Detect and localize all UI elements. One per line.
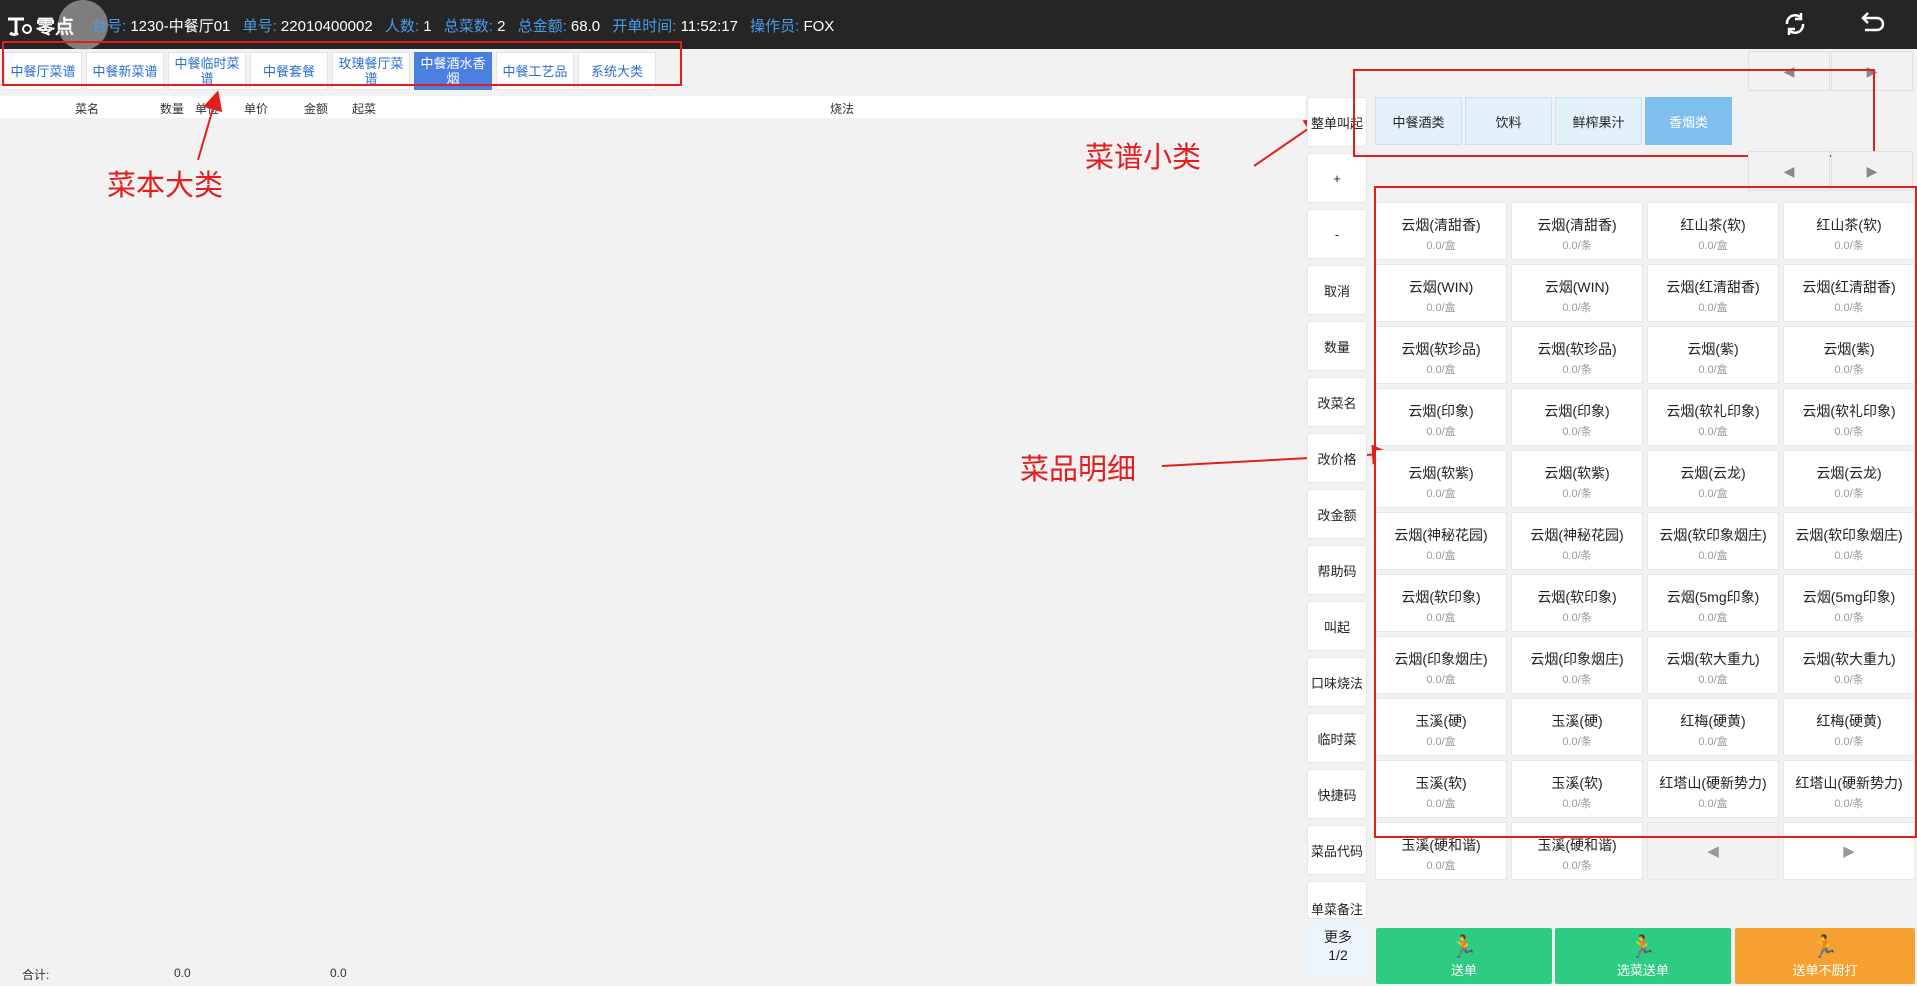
more-page: 1/2 (1328, 947, 1348, 963)
shortcut-code-button[interactable]: 快捷码 (1307, 769, 1367, 819)
col-unit-price: 单价 (244, 102, 269, 116)
guests-label: 人数: (384, 18, 420, 35)
total-label: 合计: (22, 968, 50, 982)
call-button[interactable]: 叫起 (1307, 601, 1367, 651)
decrease-button[interactable]: - (1307, 209, 1367, 259)
dish-price: 0.0/盒 (1426, 860, 1456, 872)
guests-value: 1 (423, 18, 432, 35)
send-order-button[interactable]: 🏃 送单 (1376, 928, 1552, 984)
annotation-dish-detail: 菜品明细 (1020, 452, 1137, 486)
annotation-box-dish-detail (1374, 186, 1917, 838)
cancel-button[interactable]: 取消 (1307, 265, 1367, 315)
order-list-header: 菜名 数量 单位 单价 金额 起菜 烧法 (0, 96, 1305, 118)
col-unit: 单位 (195, 102, 220, 116)
annotation-box-main-category (2, 41, 682, 86)
order-no-label: 单号: (242, 18, 277, 35)
select-send-button[interactable]: 🏃 选菜送单 (1555, 928, 1731, 984)
quantity-button[interactable]: 数量 (1307, 321, 1367, 371)
col-cooking-method: 烧法 (830, 102, 855, 116)
order-no-value: 22010400002 (280, 18, 373, 35)
table-no-label: 台号: (92, 18, 127, 35)
dish-count-label: 总菜数: (443, 18, 493, 35)
operator-label: 操作员: (750, 18, 800, 35)
total-amount-value: 68.0 (570, 18, 601, 35)
dish-count-value: 2 (497, 18, 506, 35)
total-amount-label: 总金额: (517, 18, 567, 35)
open-time-value: 11:52:17 (680, 18, 738, 35)
annotation-main-category: 菜本大类 (107, 168, 224, 202)
return-icon[interactable] (1858, 10, 1888, 40)
dish-price: 0.0/条 (1562, 860, 1592, 872)
increase-button[interactable]: + (1307, 153, 1367, 203)
col-quantity: 数量 (160, 102, 185, 116)
flavor-method-button[interactable]: 口味烧法 (1307, 657, 1367, 707)
subcategory-next-button[interactable]: ▶ (1831, 151, 1913, 191)
runner-icon: 🏃 (1629, 934, 1657, 959)
runner-icon: 🏃 (1811, 934, 1839, 959)
runner-icon: 🏃 (1450, 934, 1478, 959)
open-time-label: 开单时间: (612, 18, 677, 35)
col-amount: 金额 (304, 102, 329, 116)
app-logo: 零点 (6, 12, 74, 39)
dish-note-button[interactable]: 单菜备注 (1307, 881, 1367, 919)
temporary-dish-button[interactable]: 临时菜 (1307, 713, 1367, 763)
more-button[interactable]: 更多 1/2 (1307, 922, 1369, 977)
annotation-box-sub-category (1353, 69, 1875, 157)
order-total-row: 合计: 0.0 0.0 (0, 962, 1305, 986)
dish-name: 玉溪(硬和谐) (1401, 837, 1481, 853)
dish-code-button[interactable]: 菜品代码 (1307, 825, 1367, 875)
dish-name: 玉溪(硬和谐) (1537, 837, 1617, 853)
table-no-value: 1230-中餐厅01 (130, 18, 231, 35)
subcategory-prev-button[interactable]: ◀ (1748, 151, 1830, 191)
operator-value: FOX (803, 18, 835, 35)
logo-text: 零点 (36, 17, 75, 38)
send-no-kitchen-print-button[interactable]: 🏃 送单不厨打 (1735, 928, 1915, 984)
rename-dish-button[interactable]: 改菜名 (1307, 377, 1367, 427)
total-amount: 0.0 (330, 966, 347, 980)
logo-icon (8, 17, 32, 36)
col-serve: 起菜 (352, 102, 377, 116)
annotation-sub-category: 菜谱小类 (1085, 140, 1202, 174)
refresh-icon[interactable] (1780, 10, 1810, 40)
change-price-button[interactable]: 改价格 (1307, 433, 1367, 483)
total-quantity: 0.0 (174, 966, 191, 980)
more-label: 更多 (1324, 929, 1352, 945)
col-dish-name: 菜名 (75, 102, 100, 116)
change-amount-button[interactable]: 改金额 (1307, 489, 1367, 539)
order-info: 台号: 1230-中餐厅01 单号: 22010400002 人数: 1 总菜数… (92, 15, 842, 36)
help-code-button[interactable]: 帮助码 (1307, 545, 1367, 595)
